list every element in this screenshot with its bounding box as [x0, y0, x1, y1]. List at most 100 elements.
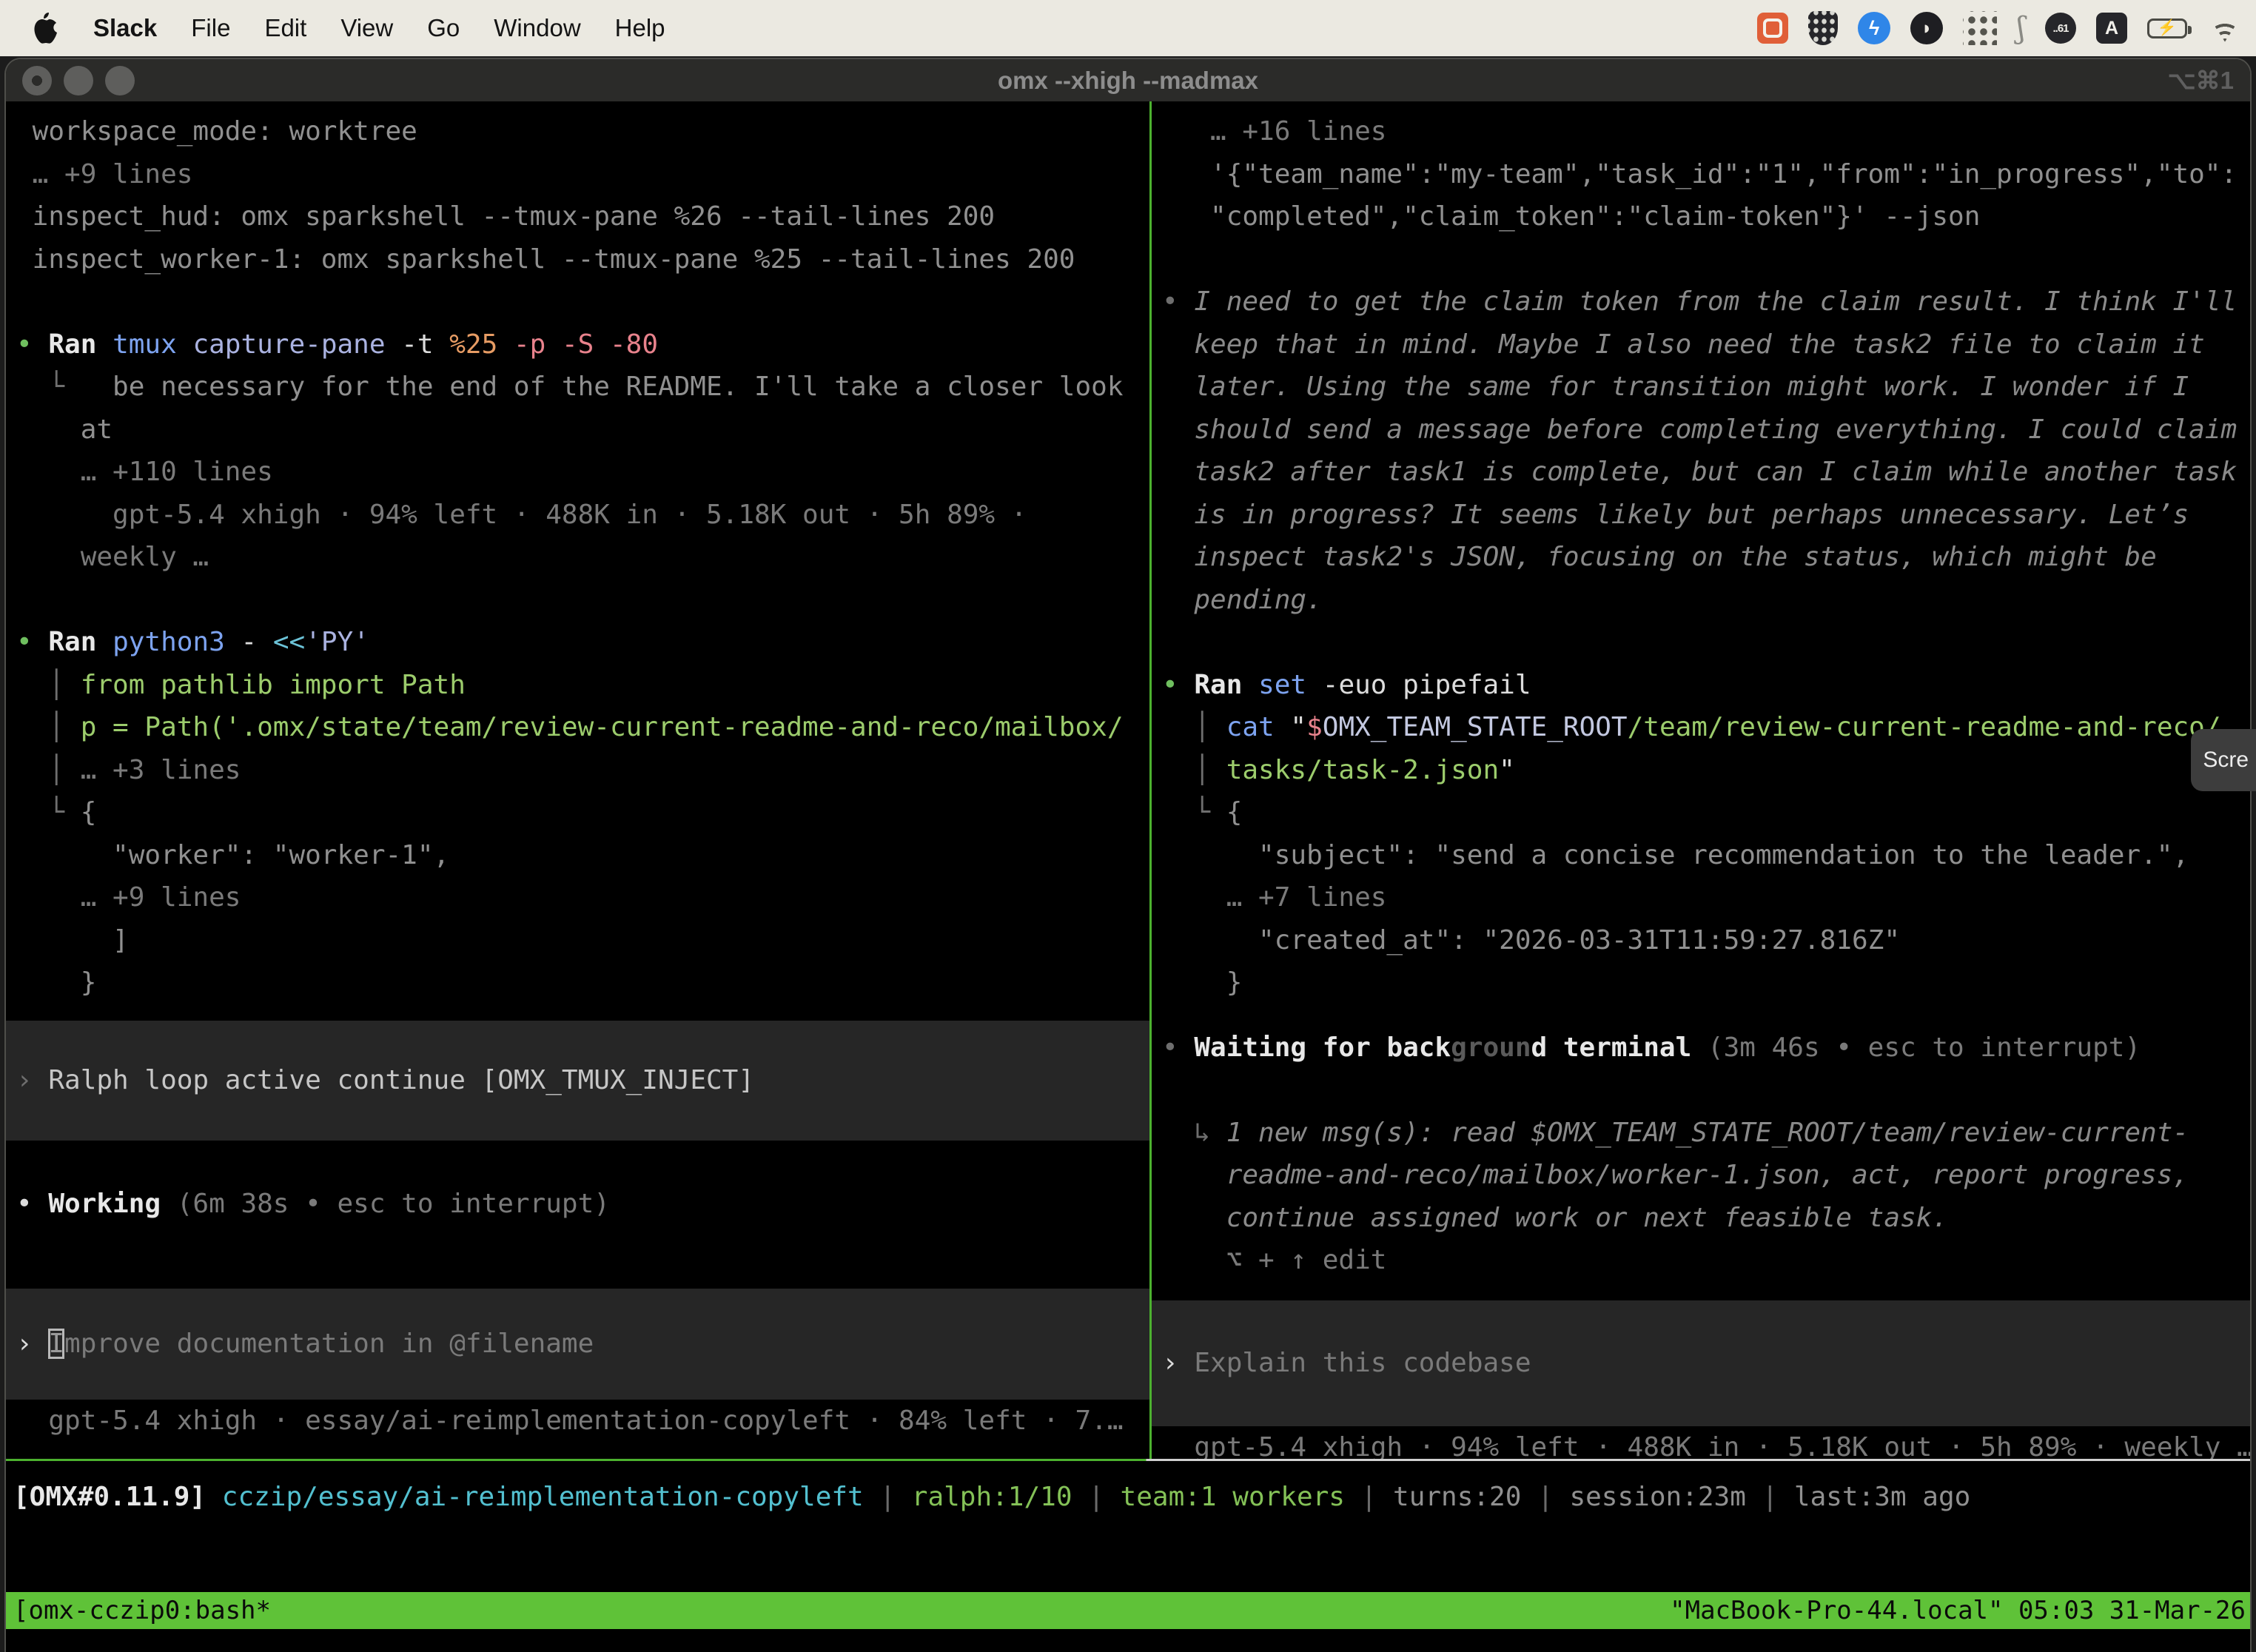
command-line: • Ran set -euo pipefail — [1152, 664, 2250, 707]
command-output: at — [6, 409, 1149, 451]
traffic-lights — [22, 59, 135, 101]
band-line: › Explain this codebase — [1152, 1342, 2250, 1385]
command-output: "created_at": "2026-03-31T11:59:27.816Z" — [1152, 919, 2250, 962]
edit-hint: ⌥ + ↑ edit — [1152, 1239, 2250, 1282]
menu-item-help[interactable]: Help — [615, 14, 665, 41]
shield-privacy-icon[interactable] — [1808, 11, 1838, 45]
menu-bar-left: Slack File Edit View Go Window Help — [30, 10, 699, 46]
close-button[interactable] — [22, 66, 52, 95]
input-source-icon[interactable]: A — [2096, 13, 2127, 44]
terminal-window: omx --xhigh --madmax ⌥⌘1 workspace_mode:… — [4, 58, 2252, 1652]
output-line: inspect_worker-1: omx sparkshell --tmux-… — [6, 238, 1149, 281]
terminal-line — [1152, 621, 2250, 664]
command-output: } — [1152, 961, 2250, 1004]
command-output: } — [6, 961, 1149, 1004]
menu-item-view[interactable]: View — [340, 14, 393, 41]
output-line: '{"team_name":"my-team","task_id":"1","f… — [1152, 153, 2250, 196]
badge-61-icon[interactable]: ..61 — [2045, 13, 2076, 44]
window-filler — [6, 1629, 2250, 1652]
output-line: workspace_mode: worktree — [6, 110, 1149, 153]
model-status-line: gpt-5.4 xhigh · 94% left · 488K in · 5.1… — [1152, 1426, 2250, 1460]
window-titlebar[interactable]: omx --xhigh --madmax ⌥⌘1 — [6, 59, 2250, 101]
command-output: └ { — [1152, 791, 2250, 834]
prompt-input-left[interactable]: › Improve documentation in @filename — [6, 1289, 1149, 1400]
collapsed-lines: … +16 lines — [1152, 110, 2250, 153]
menu-bar: Slack File Edit View Go Window Help ϟ ◗ ʃ ..61 A ⚡ — [0, 0, 2256, 56]
output-line: inspect_hud: omx sparkshell --tmux-pane … — [6, 195, 1149, 238]
output-line: "completed","claim_token":"claim-token"}… — [1152, 195, 2250, 238]
code-line: │ from pathlib import Path — [6, 664, 1149, 707]
terminal-line — [1152, 238, 2250, 281]
terminal-line — [1152, 1004, 2250, 1027]
model-status-line: gpt-5.4 xhigh · essay/ai-reimplementatio… — [6, 1400, 1149, 1443]
screen-share-tooltip: Scre — [2191, 729, 2256, 791]
thinking-line: inspect task2's JSON, focusing on the st… — [1152, 536, 2250, 579]
prompt-input-right[interactable]: › Explain this codebase — [1152, 1300, 2250, 1426]
terminal-line — [6, 1226, 1149, 1269]
thinking-line: keep that in mind. Maybe I also need the… — [1152, 323, 2250, 366]
window-title: omx --xhigh --madmax — [998, 67, 1258, 95]
collapsed-lines: … +7 lines — [1152, 876, 2250, 919]
squiggle-icon[interactable]: ʃ — [2017, 11, 2025, 45]
tmux-host-clock: "MacBook-Pro-44.local" 05:03 31-Mar-26 — [1670, 1596, 2246, 1625]
command-output: ] — [6, 919, 1149, 962]
menu-item-file[interactable]: File — [191, 14, 230, 41]
usage-summary: gpt-5.4 xhigh · 94% left · 488K in · 5.1… — [6, 494, 1149, 537]
code-line: │ cat "$OMX_TEAM_STATE_ROOT/team/review-… — [1152, 706, 2250, 749]
thinking-line: • I need to get the claim token from the… — [1152, 281, 2250, 323]
command-output: └ be necessary for the end of the README… — [6, 366, 1149, 409]
thinking-line: should send a message before completing … — [1152, 409, 2250, 451]
messenger-blue-icon[interactable]: ϟ — [1858, 12, 1890, 44]
mailbox-notice: ↳ 1 new msg(s): read $OMX_TEAM_STATE_ROO… — [1152, 1112, 2250, 1155]
dark-app-icon[interactable]: ◗ — [1910, 12, 1943, 44]
terminal-line — [6, 579, 1149, 622]
collapsed-lines: │ … +3 lines — [6, 749, 1149, 792]
minimize-button[interactable] — [64, 66, 93, 95]
mailbox-notice: readme-and-reco/mailbox/worker-1.json, a… — [1152, 1154, 2250, 1197]
collapsed-lines: … +110 lines — [6, 451, 1149, 494]
working-status: • Working (6m 38s • esc to interrupt) — [6, 1183, 1149, 1226]
menu-items: Slack File Edit View Go Window Help — [93, 14, 699, 42]
zoom-button[interactable] — [105, 66, 135, 95]
collapsed-lines: … +9 lines — [6, 876, 1149, 919]
omx-status-line: [OMX#0.11.9] cczip/essay/ai-reimplementa… — [6, 1461, 2250, 1592]
collapsed-lines: … +9 lines — [6, 153, 1149, 196]
thinking-line: is in progress? It seems likely but perh… — [1152, 494, 2250, 537]
usage-summary: weekly … — [6, 536, 1149, 579]
code-line: │ p = Path('.omx/state/team/review-curre… — [6, 706, 1149, 749]
band-line: › Improve documentation in @filename — [6, 1323, 1149, 1366]
tmux-session-label: [omx-cczip0:bash* — [13, 1596, 271, 1625]
left-terminal-pane[interactable]: workspace_mode: worktree … +9 lines insp… — [6, 101, 1149, 1459]
code-line: │ tasks/task-2.json" — [1152, 749, 2250, 792]
thinking-line: task2 after task1 is complete, but can I… — [1152, 451, 2250, 494]
band-line: › Ralph loop active continue [OMX_TMUX_I… — [6, 1059, 1149, 1102]
right-terminal-pane[interactable]: … +16 lines '{"team_name":"my-team","tas… — [1152, 101, 2250, 1459]
tmux-status-bar: [omx-cczip0:bash* "MacBook-Pro-44.local"… — [6, 1592, 2250, 1629]
waiting-status: • Waiting for background terminal (3m 46… — [1152, 1027, 2250, 1070]
apple-icon[interactable] — [30, 10, 59, 46]
terminal-line — [1152, 1069, 2250, 1112]
command-line: • Ran python3 - <<'PY' — [6, 621, 1149, 664]
screenshot-app-icon[interactable] — [1757, 13, 1788, 44]
menu-item-go[interactable]: Go — [427, 14, 460, 41]
terminal-line — [6, 281, 1149, 323]
menu-item-edit[interactable]: Edit — [264, 14, 306, 41]
command-output: "worker": "worker-1", — [6, 834, 1149, 877]
dots-grid-icon[interactable] — [1963, 11, 1997, 45]
command-line: • Ran tmux capture-pane -t %25 -p -S -80 — [6, 323, 1149, 366]
screen: SlackFileEditViewGoWindowHelp ϟ◗ʃ..61A⚡ … — [0, 0, 2256, 1652]
command-output: └ { — [6, 791, 1149, 834]
ralph-banner: › Ralph loop active continue [OMX_TMUX_I… — [6, 1021, 1149, 1141]
menu-item-slack[interactable]: Slack — [93, 14, 157, 41]
menu-bar-status-icons: ϟ ◗ ʃ ..61 A ⚡ — [1757, 11, 2243, 45]
battery-icon[interactable]: ⚡ — [2147, 19, 2187, 38]
terminal-line — [6, 1141, 1149, 1183]
window-shortcut: ⌥⌘1 — [2168, 66, 2234, 95]
command-output: "subject": "send a concise recommendatio… — [1152, 834, 2250, 877]
tmux-panes: workspace_mode: worktree … +9 lines insp… — [6, 101, 2250, 1461]
wifi-icon[interactable] — [2207, 15, 2243, 42]
mailbox-notice: continue assigned work or next feasible … — [1152, 1197, 2250, 1240]
thinking-line: pending. — [1152, 579, 2250, 622]
menu-item-window[interactable]: Window — [494, 14, 580, 41]
thinking-line: later. Using the same for transition mig… — [1152, 366, 2250, 409]
